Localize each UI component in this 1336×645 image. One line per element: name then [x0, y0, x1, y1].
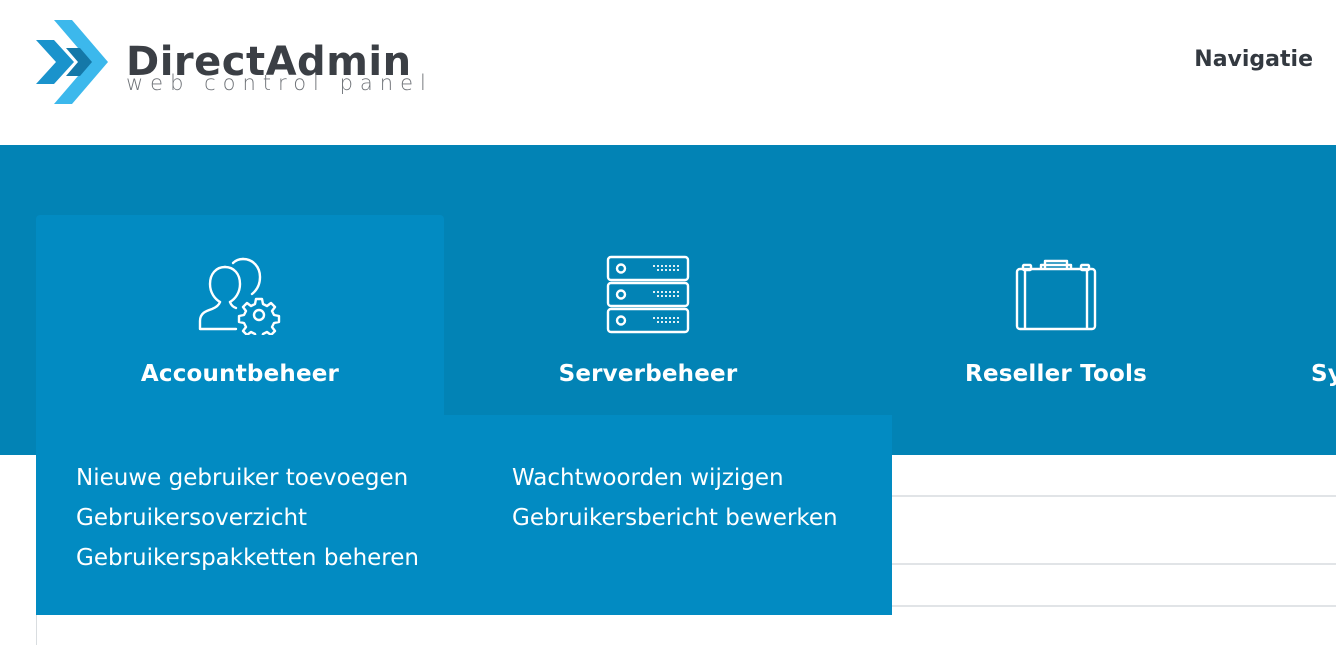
directadmin-logo[interactable]: DirectAdmin web control panel	[36, 20, 426, 110]
menu-tile-accountbeheer[interactable]: Accountbeheer	[36, 215, 444, 415]
menu-item-nieuwe-gebruiker[interactable]: Nieuwe gebruiker toevoegen	[76, 458, 419, 498]
menu-tile-serverbeheer[interactable]: Serverbeheer	[444, 215, 852, 415]
divider	[892, 495, 1336, 497]
users-gear-icon	[198, 257, 281, 335]
dropdown-column: Wachtwoorden wijzigen Gebruikersbericht …	[512, 458, 838, 538]
tile-label: Serverbeheer	[558, 361, 738, 387]
divider	[892, 563, 1336, 565]
tile-label: Reseller Tools	[965, 361, 1147, 387]
server-icon	[606, 255, 690, 334]
briefcase-icon	[1015, 259, 1097, 331]
menu-item-gebruikersoverzicht[interactable]: Gebruikersoverzicht	[76, 498, 419, 538]
dropdown-column: Nieuwe gebruiker toevoegen Gebruikersove…	[76, 458, 419, 578]
navigation-link[interactable]: Navigatie	[1194, 47, 1313, 72]
menu-item-wachtwoorden[interactable]: Wachtwoorden wijzigen	[512, 458, 838, 498]
menu-item-gebruikerspakketten[interactable]: Gebruikerspakketten beheren	[76, 538, 419, 578]
logo-arrow-icon	[36, 20, 108, 104]
menu-item-gebruikersbericht[interactable]: Gebruikersbericht bewerken	[512, 498, 838, 538]
header: DirectAdmin web control panel Navigatie	[0, 0, 1336, 145]
divider	[892, 605, 1336, 607]
tile-label: Accountbeheer	[140, 361, 340, 387]
tile-label: Sy	[1311, 361, 1336, 387]
logo-tagline: web control panel	[126, 71, 433, 95]
menu-tile-system[interactable]: Sy	[1260, 215, 1336, 415]
accountbeheer-dropdown: Nieuwe gebruiker toevoegen Gebruikersove…	[36, 415, 892, 615]
menu-tile-reseller-tools[interactable]: Reseller Tools	[852, 215, 1260, 415]
